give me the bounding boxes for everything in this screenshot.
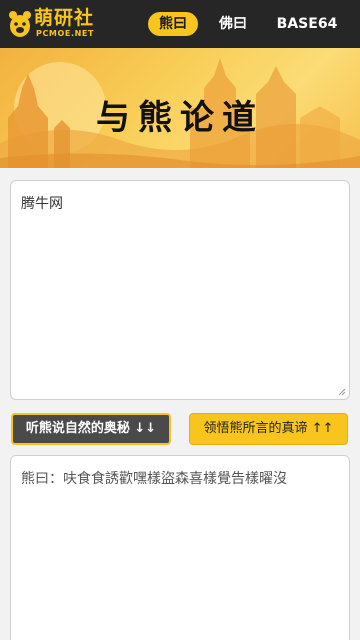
logo-title: 萌研社: [34, 7, 95, 29]
decode-button[interactable]: 听熊说自然的奥秘 ↓↓: [11, 413, 171, 445]
ciphertext-output[interactable]: 熊曰：呋食食誘歡嘿樣盜森喜樣覺告樣曜沒: [10, 455, 350, 640]
ciphertext-output-value: 熊曰：呋食食誘歡嘿樣盜森喜樣覺告樣曜沒: [21, 471, 287, 487]
hero-banner: 与熊论道: [0, 48, 360, 168]
site-logo[interactable]: 萌研社 PCMOE.NET: [8, 6, 114, 42]
top-bar: 萌研社 PCMOE.NET 熊曰 佛曰 BASE64: [0, 0, 360, 48]
banner-title: 与熊论道: [96, 98, 264, 138]
tab-fo-yue[interactable]: 佛曰: [210, 12, 256, 36]
logo-subtitle: PCMOE.NET: [36, 29, 95, 38]
plaintext-input-value: 腾牛网: [21, 196, 63, 212]
resize-grip-icon[interactable]: [338, 388, 346, 396]
encode-button[interactable]: 领悟熊所言的真谛 ↑↑: [189, 413, 348, 445]
plaintext-input[interactable]: 腾牛网: [10, 180, 350, 400]
tab-xiong-yue[interactable]: 熊曰: [148, 12, 198, 36]
bear-head-icon: [9, 11, 31, 37]
tab-base64[interactable]: BASE64: [272, 12, 342, 36]
